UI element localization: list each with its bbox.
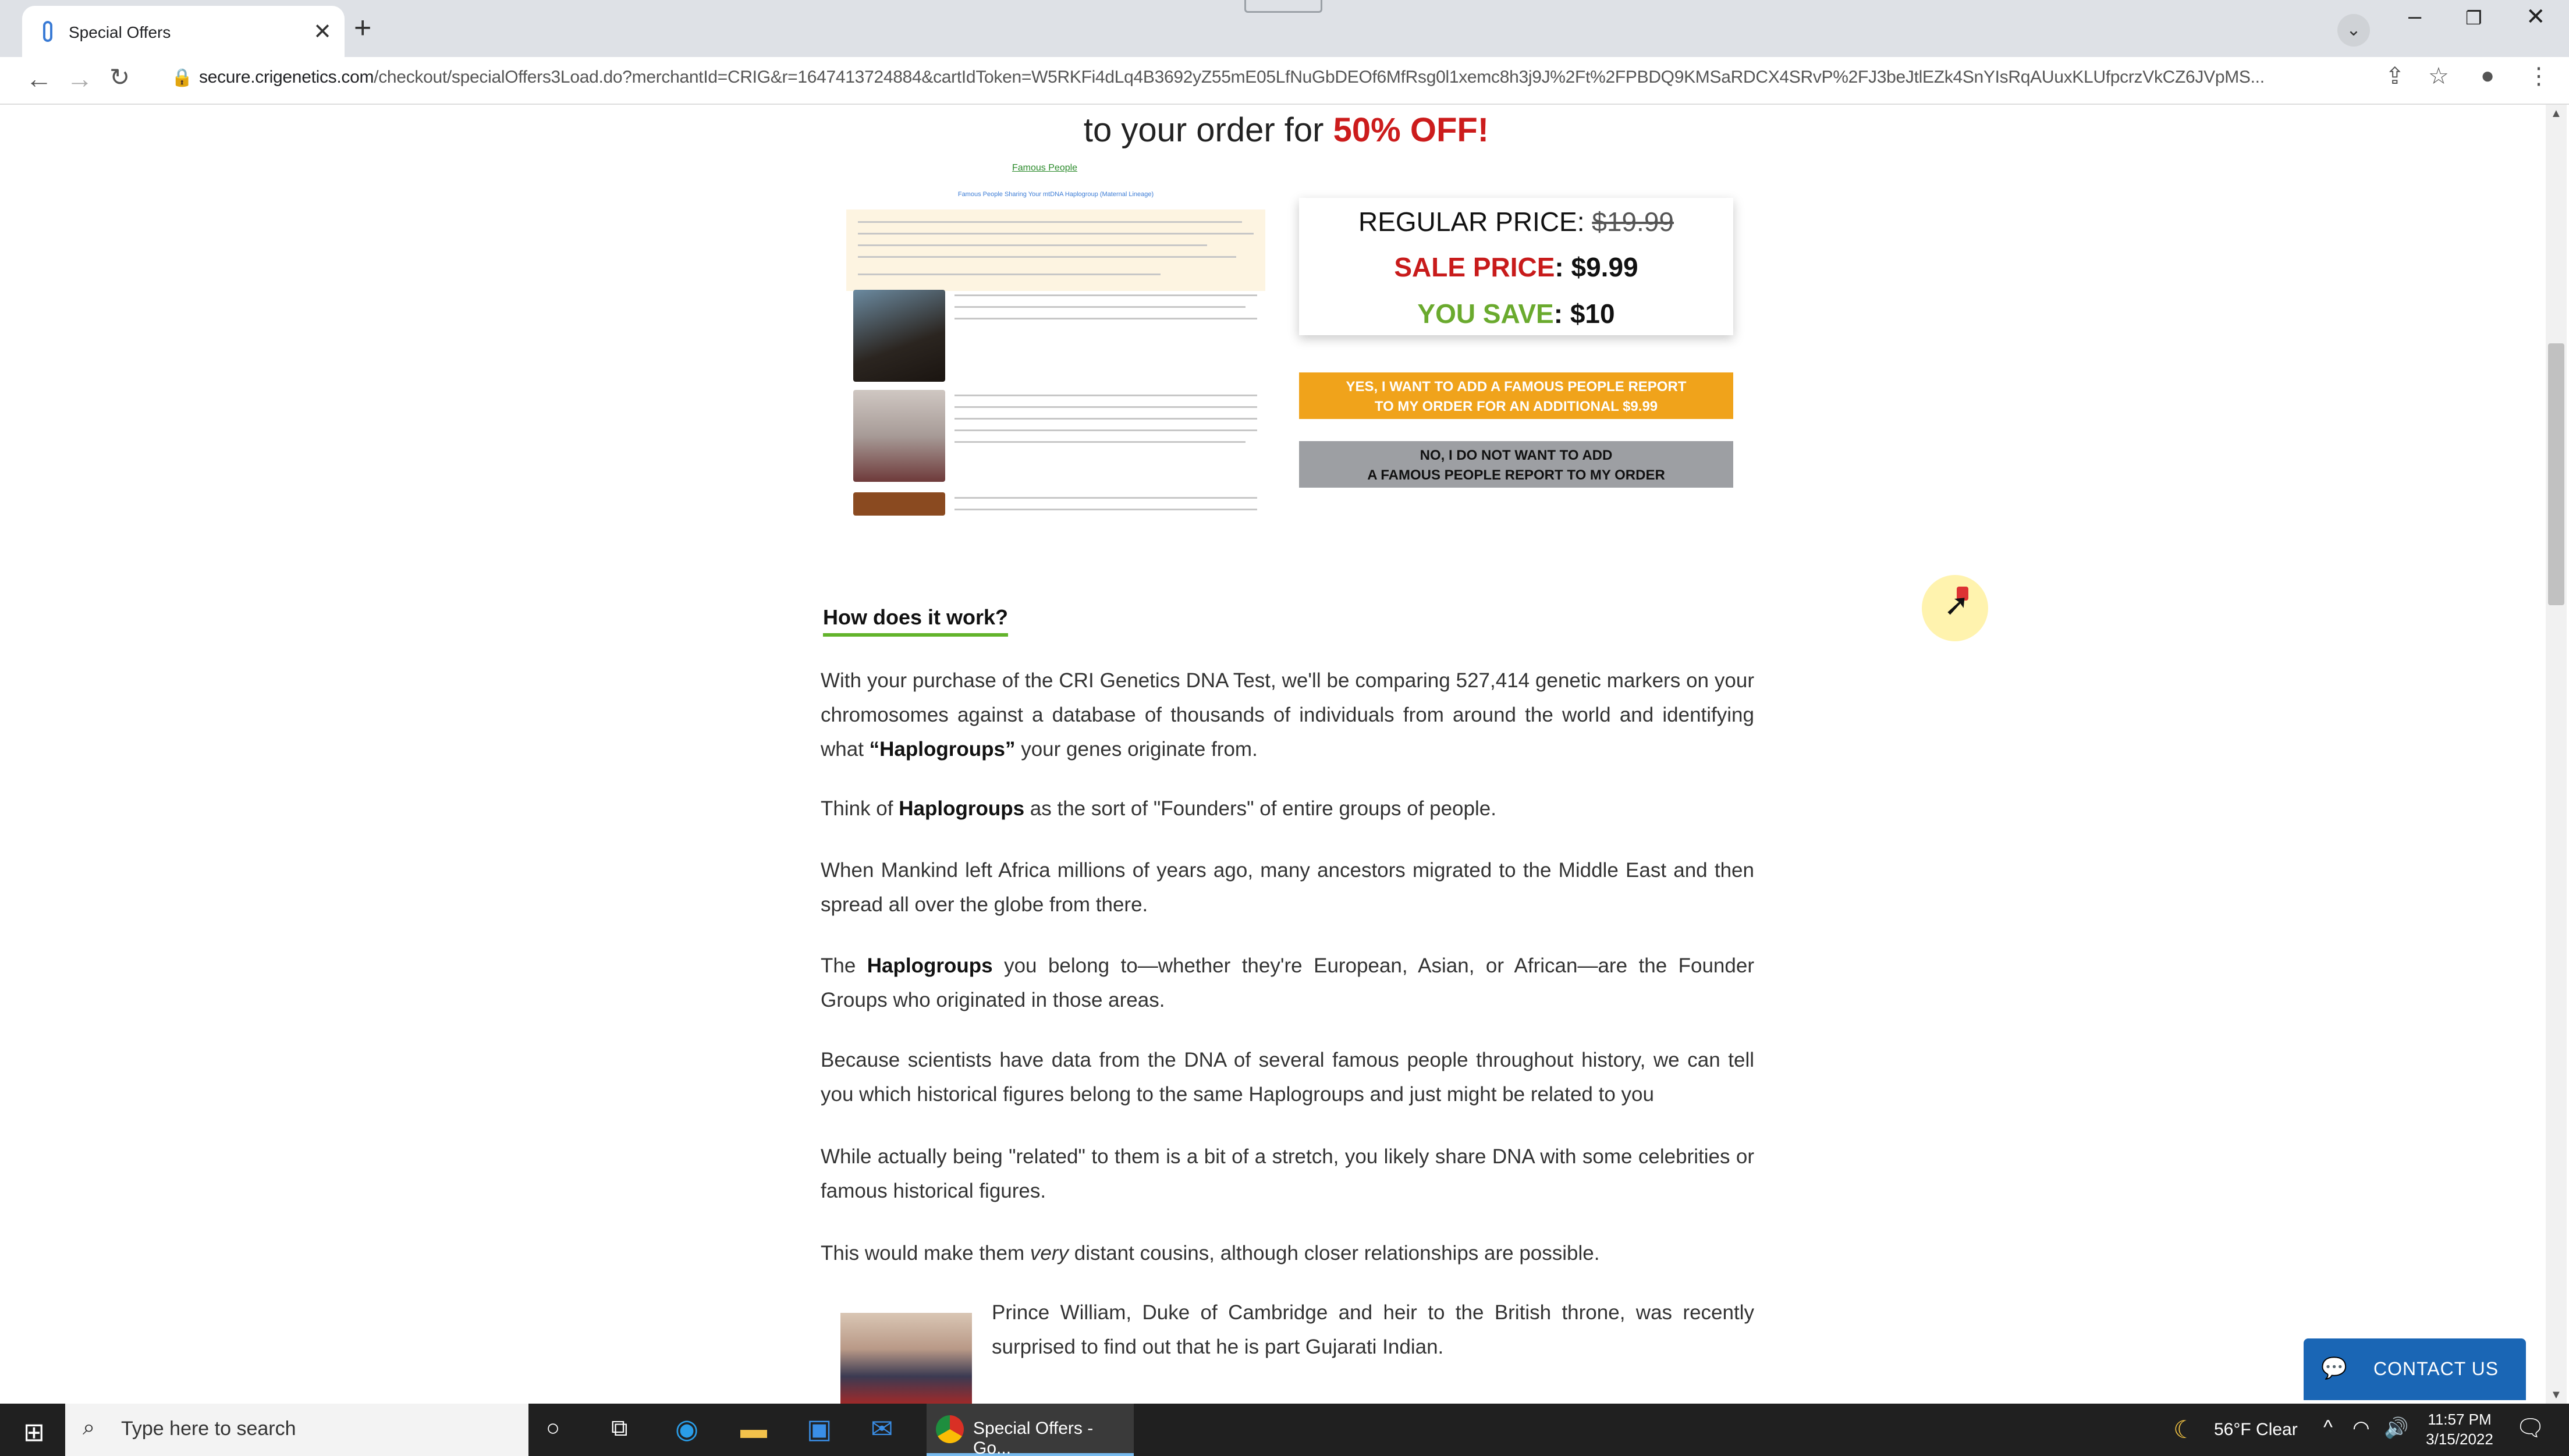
- store-icon[interactable]: ▣: [807, 1413, 832, 1444]
- tab-title: Special Offers: [69, 23, 171, 41]
- bookmark-star-icon[interactable]: ☆: [2428, 63, 2449, 90]
- add-report-button[interactable]: YES, I WANT TO ADD A FAMOUS PEOPLE REPOR…: [1299, 372, 1733, 419]
- preview-title: Famous People: [1012, 163, 1078, 173]
- new-tab-button[interactable]: +: [354, 10, 371, 45]
- reload-icon[interactable]: ↻: [109, 63, 130, 91]
- chrome-icon: [936, 1415, 964, 1443]
- paragraph-2: Think of Haplogroups as the sort of "Fou…: [821, 797, 1496, 820]
- report-preview-image: Famous People Famous People Sharing Your…: [840, 157, 1271, 516]
- weather-text[interactable]: 56°F Clear: [2214, 1420, 2298, 1440]
- mail-icon[interactable]: ✉: [871, 1413, 893, 1444]
- scroll-up-arrow-icon[interactable]: ▲: [2550, 107, 2562, 120]
- menu-icon[interactable]: ⋮: [2527, 63, 2550, 90]
- url-text[interactable]: secure.crigenetics.com/checkout/specialO…: [199, 68, 2265, 87]
- edge-browser-icon[interactable]: ◉: [675, 1413, 698, 1444]
- favicon-icon: [43, 21, 52, 42]
- royal-family-photo: [840, 1313, 972, 1404]
- file-explorer-icon[interactable]: ▬: [740, 1413, 767, 1444]
- tray-chevron-icon[interactable]: ^: [2323, 1416, 2333, 1439]
- profile-icon[interactable]: ●: [2481, 63, 2495, 89]
- offer-headline: to your order for 50% OFF!: [1083, 111, 1489, 149]
- clock[interactable]: 11:57 PM 3/15/2022: [2420, 1409, 2499, 1449]
- lock-icon[interactable]: 🔒: [171, 68, 193, 88]
- price-box: REGULAR PRICE: $19.99 SALE PRICE: $9.99 …: [1299, 198, 1733, 335]
- browser-tab[interactable]: Special Offers ✕: [22, 6, 345, 57]
- section-heading: How does it work?: [823, 605, 1009, 637]
- close-window-button[interactable]: ✕: [2526, 3, 2546, 30]
- paragraph-8: Prince William, Duke of Cambridge and he…: [992, 1301, 1754, 1358]
- portrait-copernicus: [853, 290, 945, 382]
- system-tray: ☾ 56°F Clear ^ ◠ 🔊 11:57 PM 3/15/2022 🗨: [2165, 1404, 2569, 1456]
- search-icon: ⌕: [83, 1415, 95, 1440]
- mouse-cursor-icon: ➚: [1944, 588, 1970, 622]
- minimize-button[interactable]: –: [2408, 3, 2421, 30]
- tab-search-button[interactable]: ⌄: [2337, 14, 2370, 47]
- back-icon[interactable]: ←: [26, 63, 52, 94]
- decline-report-button[interactable]: NO, I DO NOT WANT TO ADD A FAMOUS PEOPLE …: [1299, 441, 1733, 488]
- page-scrollbar[interactable]: [2546, 105, 2567, 1404]
- taskbar-active-chrome[interactable]: Special Offers - Go...: [927, 1404, 1134, 1456]
- windows-start-icon[interactable]: ⊞: [23, 1418, 45, 1447]
- restore-button[interactable]: ❐: [2465, 7, 2482, 29]
- scrollbar-thumb[interactable]: [2548, 343, 2564, 605]
- sale-price: SALE PRICE: $9.99: [1394, 252, 1638, 282]
- cortana-icon[interactable]: ○: [546, 1415, 560, 1441]
- window-drag-handle[interactable]: [1244, 0, 1322, 13]
- contact-us-button[interactable]: 💬 CONTACT US: [2304, 1338, 2526, 1400]
- paragraph-6: While actually being "related" to them i…: [821, 1145, 1754, 1202]
- preview-subtitle: Famous People Sharing Your mtDNA Haplogr…: [957, 191, 1154, 198]
- paragraph-3: When Mankind left Africa millions of yea…: [821, 859, 1754, 916]
- address-bar[interactable]: 🔒 secure.crigenetics.com/checkout/specia…: [163, 62, 2375, 94]
- paragraph-5: Because scientists have data from the DN…: [821, 1049, 1754, 1106]
- share-icon[interactable]: ⇪: [2385, 63, 2405, 90]
- paragraph-7: This would make them very distant cousin…: [821, 1242, 1600, 1265]
- regular-price: REGULAR PRICE: $19.99: [1358, 207, 1674, 237]
- paragraph-4: The Haplogroups you belong to—whether th…: [821, 954, 1754, 1011]
- weather-moon-icon[interactable]: ☾: [2173, 1415, 2195, 1444]
- chat-bubble-icon: 💬: [2321, 1356, 2347, 1380]
- network-icon[interactable]: ◠: [2352, 1416, 2370, 1440]
- forward-icon[interactable]: →: [66, 63, 93, 94]
- paragraph-1: With your purchase of the CRI Genetics D…: [821, 669, 1754, 761]
- scroll-down-arrow-icon[interactable]: ▼: [2550, 1388, 2562, 1402]
- windows-taskbar: ⊞ ⌕ Type here to search ○ ⧉ ◉ ▬ ▣ ✉ Spec…: [0, 1404, 2569, 1456]
- volume-icon[interactable]: 🔊: [2384, 1416, 2408, 1440]
- task-view-icon[interactable]: ⧉: [611, 1415, 628, 1441]
- close-tab-icon[interactable]: ✕: [313, 19, 332, 45]
- tab-strip: Special Offers ✕ + ⌄ – ❐ ✕: [0, 0, 2569, 57]
- taskbar-search-box[interactable]: ⌕ Type here to search: [65, 1404, 528, 1456]
- portrait-maria-theresa: [853, 390, 945, 482]
- notification-icon[interactable]: 🗨: [2515, 1414, 2545, 1441]
- portrait-third: [853, 492, 945, 516]
- you-save: YOU SAVE: $10: [1417, 299, 1615, 329]
